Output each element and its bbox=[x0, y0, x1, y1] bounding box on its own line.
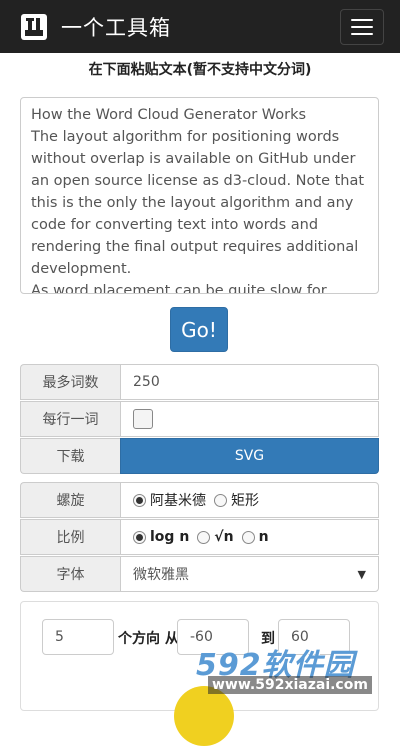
radio-checked-icon[interactable] bbox=[133, 530, 146, 544]
scale-log-label: log n bbox=[150, 529, 190, 545]
spiral-row: 螺旋 阿基米德 矩形 bbox=[20, 482, 379, 518]
radio-unchecked-icon[interactable] bbox=[241, 530, 255, 544]
one-per-line-label: 每行一词 bbox=[20, 401, 120, 437]
max-words-label: 最多词数 bbox=[20, 364, 120, 400]
one-per-line-row: 每行一词 bbox=[20, 401, 379, 437]
scale-label: 比例 bbox=[20, 519, 120, 555]
orientation-count-input[interactable]: 5 bbox=[42, 619, 114, 655]
scale-linear-option[interactable]: n bbox=[241, 529, 269, 545]
max-words-input[interactable]: 250 bbox=[120, 364, 379, 400]
orientation-from-text: 个方向 从 bbox=[118, 631, 179, 647]
navbar: 一个工具箱 bbox=[0, 0, 400, 53]
font-label: 字体 bbox=[20, 556, 120, 592]
scale-sqrt-label: √n bbox=[214, 529, 234, 545]
spiral-rectangular-option[interactable]: 矩形 bbox=[214, 490, 259, 510]
spiral-label: 螺旋 bbox=[20, 482, 120, 518]
spiral-archimedean-label: 阿基米德 bbox=[150, 493, 206, 509]
download-label: 下载 bbox=[20, 438, 120, 474]
caret-down-icon: ▼ bbox=[357, 567, 366, 581]
spiral-options: 阿基米德 矩形 bbox=[120, 482, 379, 518]
one-per-line-checkbox[interactable] bbox=[133, 409, 153, 429]
download-svg-button[interactable]: SVG bbox=[120, 438, 379, 474]
spiral-archimedean-option[interactable]: 阿基米德 bbox=[133, 490, 206, 510]
radio-unchecked-icon[interactable] bbox=[214, 493, 227, 507]
scale-log-option[interactable]: log n bbox=[133, 529, 189, 545]
one-per-line-cell bbox=[120, 401, 379, 437]
font-row: 字体 微软雅黑 ▼ bbox=[20, 556, 379, 592]
page-heading: 在下面粘贴文本(暂不支持中文分词) bbox=[88, 62, 312, 78]
max-words-row: 最多词数 250 bbox=[20, 364, 379, 400]
hamburger-icon[interactable] bbox=[340, 9, 384, 45]
text-input[interactable]: How the Word Cloud Generator Works The l… bbox=[20, 97, 379, 294]
scale-options: log n √n n bbox=[120, 519, 379, 555]
toolbox-icon[interactable] bbox=[17, 10, 51, 44]
watermark: 592软件园 www.592xiazai.com bbox=[196, 640, 400, 700]
scale-sqrt-option[interactable]: √n bbox=[197, 529, 234, 545]
radio-checked-icon[interactable] bbox=[133, 493, 146, 507]
font-select-value: 微软雅黑 bbox=[133, 567, 189, 583]
watermark-url: www.592xiazai.com bbox=[208, 676, 372, 694]
go-button[interactable]: Go! bbox=[170, 307, 228, 352]
scale-row: 比例 log n √n n bbox=[20, 519, 379, 555]
radio-unchecked-icon[interactable] bbox=[197, 530, 211, 544]
scale-linear-label: n bbox=[258, 529, 269, 545]
font-select[interactable]: 微软雅黑 ▼ bbox=[120, 556, 379, 592]
spiral-rectangular-label: 矩形 bbox=[231, 493, 259, 509]
brand-title[interactable]: 一个工具箱 bbox=[61, 12, 171, 42]
download-row: 下载 SVG bbox=[20, 438, 379, 474]
